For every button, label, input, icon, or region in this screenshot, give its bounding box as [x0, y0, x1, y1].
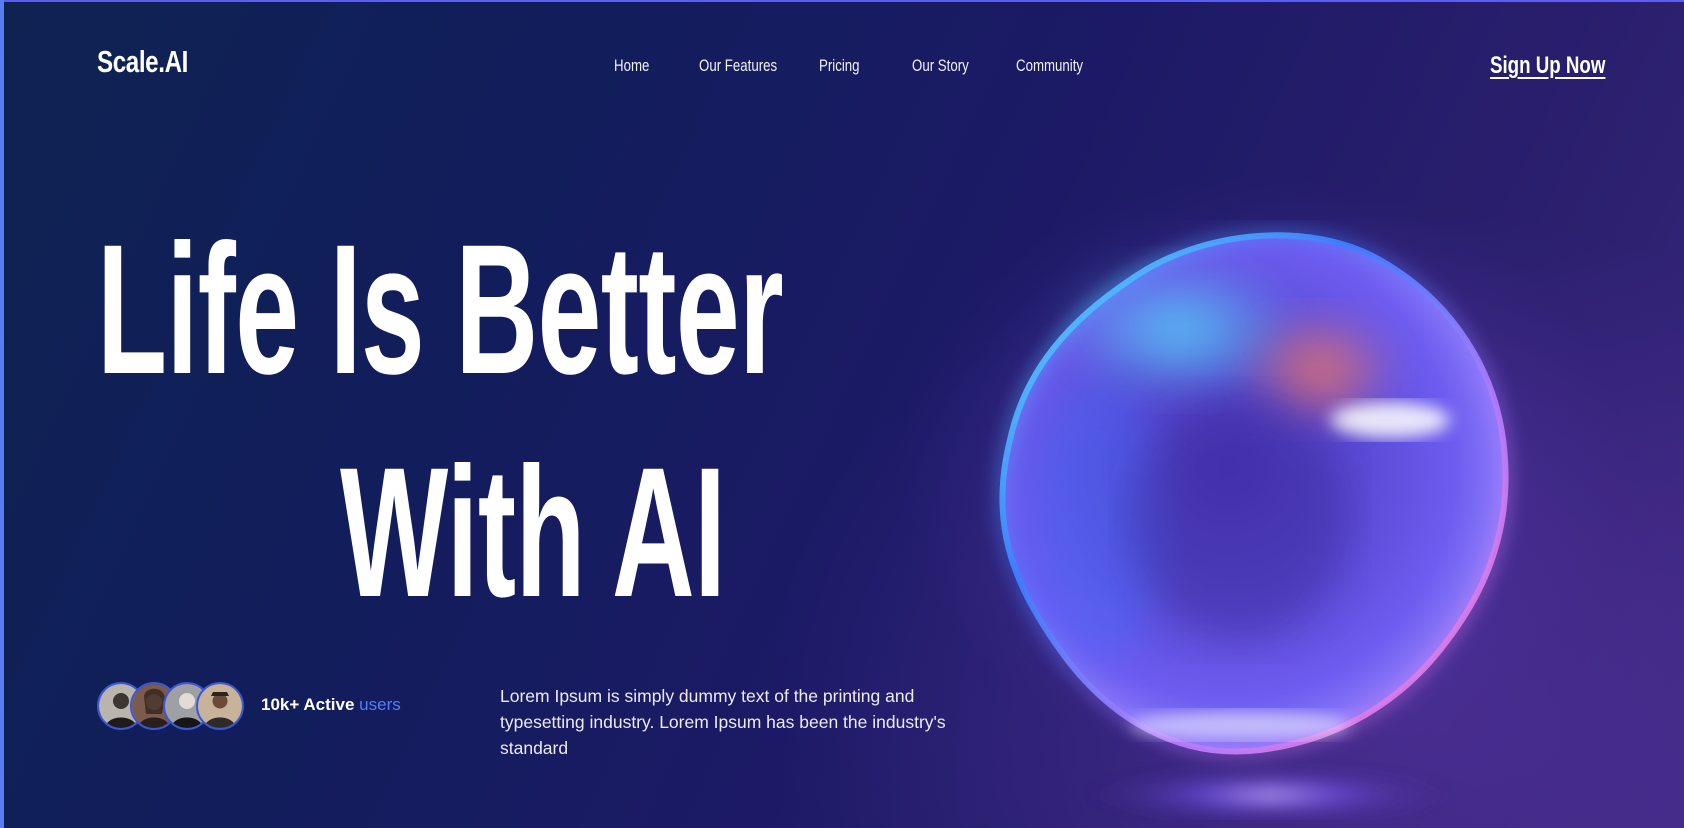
active-users-count: 10k+ Active [261, 695, 355, 714]
hero-title-line-1: Life Is Better [97, 207, 784, 413]
ai-sphere-illustration [960, 180, 1560, 823]
active-users-highlight: users [359, 695, 401, 714]
user-avatars [97, 682, 247, 730]
nav-home[interactable]: Home [614, 56, 649, 76]
avatar [196, 682, 244, 730]
window-top-border [0, 0, 1684, 2]
nav-our-features[interactable]: Our Features [699, 56, 777, 76]
logo[interactable]: Scale.AI [97, 44, 188, 80]
nav-pricing[interactable]: Pricing [819, 56, 860, 76]
nav-community[interactable]: Community [1016, 56, 1083, 76]
ai-sphere-icon [960, 180, 1560, 823]
hero-description: Lorem Ipsum is simply dummy text of the … [500, 686, 946, 758]
hero-title-line-2: With AI [340, 430, 726, 636]
sign-up-button[interactable]: Sign Up Now [1490, 52, 1605, 80]
window-left-border [0, 0, 4, 828]
active-users-text: 10k+ Active users [261, 695, 401, 715]
user-avatar-4-icon [198, 684, 242, 728]
nav-our-story[interactable]: Our Story [912, 56, 969, 76]
